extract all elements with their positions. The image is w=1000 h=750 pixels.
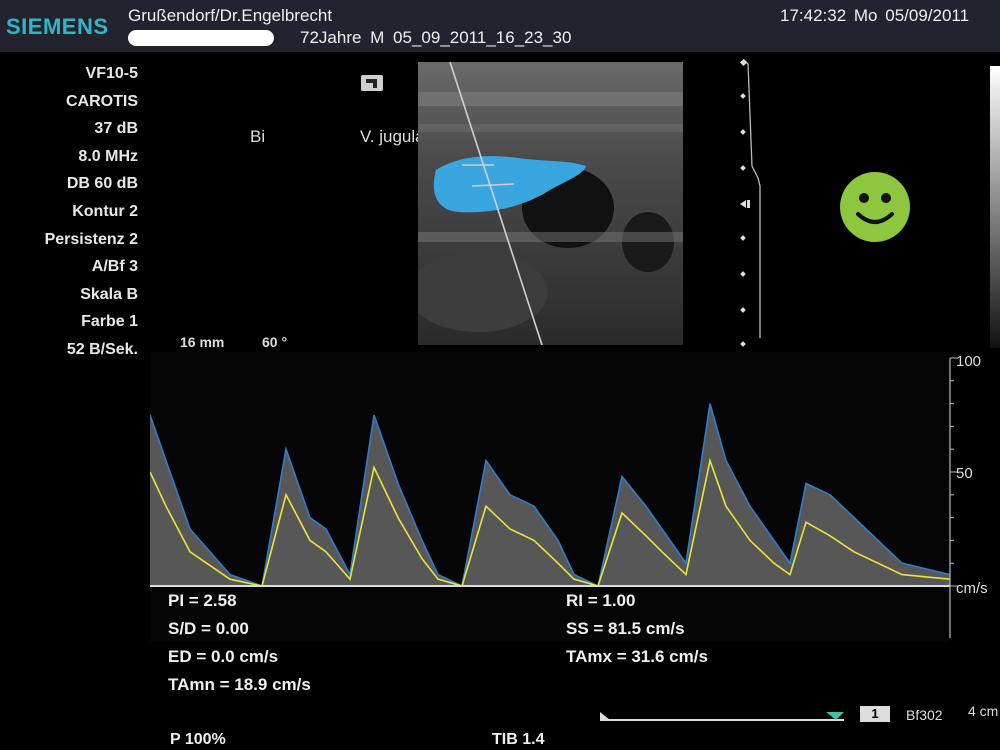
measurement-ed: ED = 0.0 cm/s: [168, 647, 279, 666]
measurement-sd: S/D = 0.00: [168, 619, 249, 638]
power-level: P 100%: [170, 731, 226, 748]
brand-logo: SIEMENS: [6, 14, 109, 39]
scale-tick-100: 100: [956, 353, 982, 370]
side-label: Bi: [250, 127, 266, 146]
patient-name: Grußendorf/Dr.Engelbrecht: [128, 6, 333, 25]
bmode-image: [418, 62, 683, 345]
orientation-marker-icon: [361, 75, 383, 91]
param-gain: 37 dB: [94, 120, 138, 138]
param-scale: Skala B: [80, 285, 138, 303]
param-dynamic-range: DB 60 dB: [66, 175, 138, 193]
measurement-ss: SS = 81.5 cm/s: [566, 619, 685, 638]
preset-label: Bf302: [906, 707, 943, 723]
exam-datetime: 17:42:32 Mo 05/09/2011: [780, 6, 970, 25]
redaction-bar: [128, 30, 274, 46]
param-application: CAROTIS: [66, 92, 138, 110]
measurement-pi: PI = 2.58: [168, 591, 237, 610]
tib-index: TIB 1.4: [492, 731, 545, 748]
depth-readout: 4 cm: [968, 703, 999, 719]
param-transducer: VF10-5: [85, 65, 138, 82]
scale-unit: cm/s: [956, 580, 988, 597]
scan-parameters: VF10-5 CAROTIS 37 dB 8.0 MHz DB 60 dB Ko…: [45, 60, 138, 364]
measurement-tamn: TAmn = 18.9 cm/s: [168, 675, 311, 694]
page-badge: 1: [860, 706, 890, 722]
grayscale-bar: [990, 66, 1000, 348]
depth-label: 16 mm: [180, 334, 225, 350]
smiley-icon: [840, 172, 910, 242]
param-color: Farbe 1: [81, 313, 138, 331]
param-frequency: 8.0 MHz: [78, 147, 138, 165]
depth-scale: [739, 58, 761, 347]
measurement-ri: RI = 1.00: [566, 591, 636, 610]
cine-loop-bar[interactable]: [598, 706, 846, 722]
param-contour: Kontur 2: [72, 202, 138, 220]
study-info: 72Jahre M 05_09_2011_16_23_30: [300, 28, 572, 47]
param-persistence: Persistenz 2: [44, 230, 138, 248]
angle-label: 60 °: [262, 334, 288, 350]
measurement-tamx: TAmx = 31.6 cm/s: [566, 647, 708, 666]
param-ab: A/Bf 3: [91, 258, 138, 276]
param-frame-rate: 52 B/Sek.: [66, 340, 138, 358]
scale-tick-50: 50: [956, 465, 973, 482]
